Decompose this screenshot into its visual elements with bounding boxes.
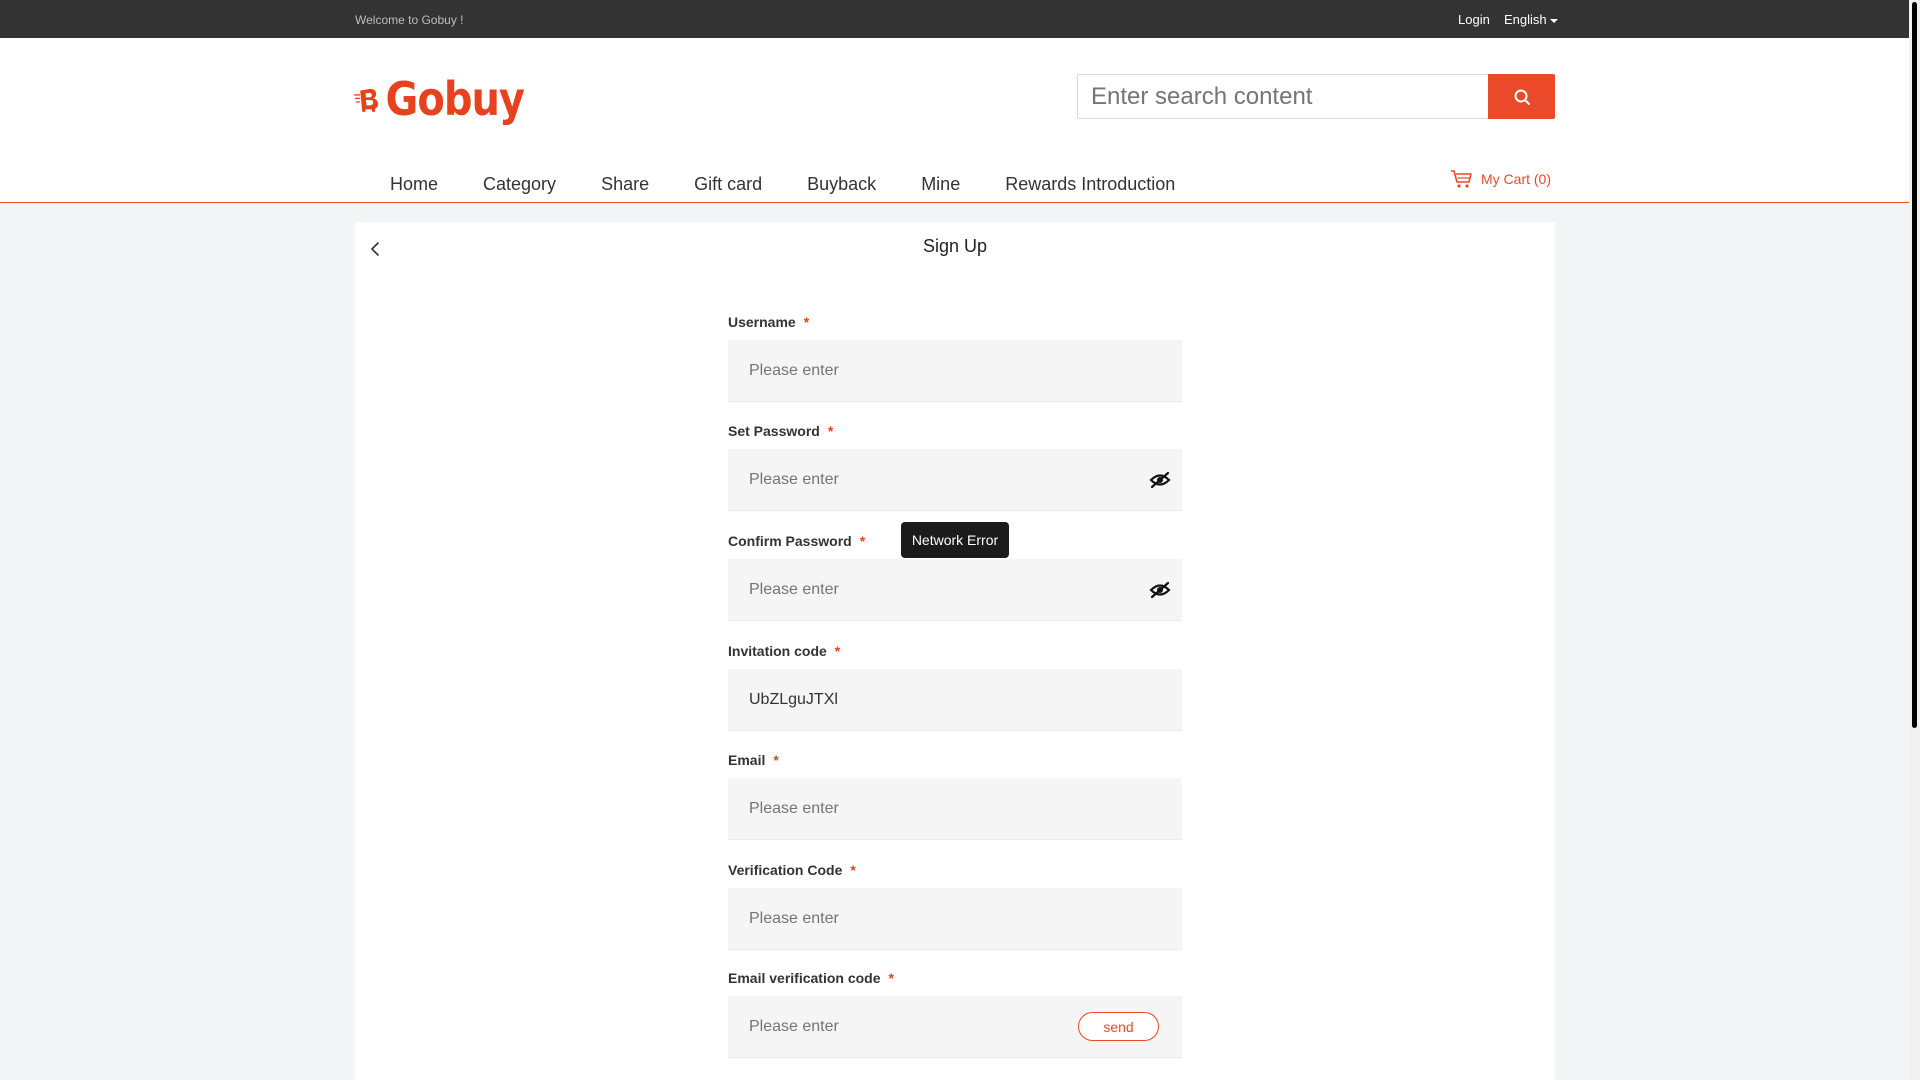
verification-code-input[interactable] bbox=[728, 888, 1182, 949]
top-bar: Welcome to Gobuy ! Login English bbox=[0, 0, 1909, 38]
main-nav: Home Category Share Gift card Buyback Mi… bbox=[390, 170, 1220, 198]
eye-off-icon bbox=[1149, 581, 1171, 599]
search-button[interactable] bbox=[1488, 74, 1555, 119]
set-password-input-box bbox=[728, 449, 1182, 511]
set-password-field: Set Password * bbox=[728, 421, 1182, 511]
confirm-password-input[interactable] bbox=[728, 559, 1182, 620]
my-cart-link[interactable]: My Cart (0) bbox=[1450, 169, 1551, 189]
toggle-confirm-password-visibility[interactable] bbox=[1148, 578, 1172, 602]
search-input[interactable] bbox=[1077, 74, 1488, 119]
email-input[interactable] bbox=[728, 778, 1182, 839]
nav-rewards-introduction[interactable]: Rewards Introduction bbox=[1005, 174, 1175, 195]
invitation-code-label: Invitation code bbox=[728, 643, 827, 659]
nav-home[interactable]: Home bbox=[390, 174, 438, 195]
search-bar bbox=[1077, 74, 1555, 119]
chevron-down-icon bbox=[1549, 18, 1558, 23]
required-mark: * bbox=[834, 643, 841, 659]
cart-logo-icon bbox=[354, 88, 378, 112]
language-selector[interactable]: English bbox=[1504, 12, 1558, 27]
field-label: Verification Code * bbox=[728, 860, 1182, 880]
invitation-code-field: Invitation code * bbox=[728, 641, 1182, 731]
email-label: Email bbox=[728, 752, 766, 768]
search-icon bbox=[1514, 89, 1530, 105]
header: Gobuy Home Category Share Gift card Buyb… bbox=[0, 38, 1909, 203]
verification-code-input-box bbox=[728, 888, 1182, 950]
required-mark: * bbox=[859, 533, 866, 549]
set-password-label: Set Password bbox=[728, 423, 820, 439]
page: Welcome to Gobuy ! Login English Gobuy E… bbox=[0, 0, 1920, 1080]
confirm-password-label: Confirm Password bbox=[728, 533, 852, 549]
required-mark: * bbox=[773, 752, 779, 768]
set-password-input[interactable] bbox=[728, 449, 1182, 510]
cart-icon bbox=[1451, 170, 1472, 188]
field-label: Email verification code * bbox=[728, 968, 1182, 988]
verification-code-field: Verification Code * bbox=[728, 860, 1182, 950]
page-title: Sign Up bbox=[922, 236, 988, 256]
email-verification-code-input-box: send bbox=[728, 996, 1182, 1058]
required-mark: * bbox=[850, 862, 856, 878]
network-error-toast: Network Error bbox=[901, 522, 1009, 558]
login-link[interactable]: Login bbox=[1458, 12, 1490, 27]
send-code-button[interactable]: send bbox=[1078, 1012, 1159, 1041]
signup-card: Sign Up Username * Set Password * bbox=[355, 222, 1555, 1080]
username-label: Username bbox=[728, 314, 796, 330]
welcome-text: Welcome to Gobuy ! bbox=[355, 13, 464, 27]
page-scrollbar[interactable] bbox=[1909, 0, 1920, 1080]
required-mark: * bbox=[888, 970, 894, 986]
field-label: Username * bbox=[728, 312, 1182, 332]
email-input-box bbox=[728, 778, 1182, 840]
field-label: Set Password * bbox=[728, 421, 1182, 441]
field-label: Invitation code * bbox=[728, 641, 1182, 661]
required-mark: * bbox=[827, 423, 834, 439]
logo[interactable]: Gobuy bbox=[354, 72, 525, 128]
language-label: English bbox=[1504, 12, 1547, 27]
nav-share[interactable]: Share bbox=[601, 174, 649, 195]
invitation-code-input[interactable] bbox=[728, 669, 1182, 730]
field-label: Email * bbox=[728, 750, 1182, 770]
email-verification-code-field: Email verification code * send bbox=[728, 968, 1182, 1058]
username-field: Username * bbox=[728, 312, 1182, 402]
nav-buyback[interactable]: Buyback bbox=[807, 174, 876, 195]
email-verification-code-label: Email verification code bbox=[728, 970, 881, 986]
invitation-code-input-box bbox=[728, 669, 1182, 731]
toggle-password-visibility[interactable] bbox=[1148, 468, 1172, 492]
eye-off-icon bbox=[1149, 471, 1171, 489]
required-mark: * bbox=[803, 314, 810, 330]
email-field: Email * bbox=[728, 750, 1182, 840]
username-input[interactable] bbox=[728, 340, 1182, 401]
logo-text: Gobuy bbox=[385, 73, 525, 127]
scrollbar-thumb[interactable] bbox=[1912, 2, 1917, 728]
username-input-box bbox=[728, 340, 1182, 402]
confirm-password-input-box bbox=[728, 559, 1182, 621]
cart-label: My Cart (0) bbox=[1481, 171, 1551, 187]
nav-mine[interactable]: Mine bbox=[921, 174, 960, 195]
nav-gift-card[interactable]: Gift card bbox=[694, 174, 762, 195]
verification-code-label: Verification Code bbox=[728, 862, 843, 878]
nav-category[interactable]: Category bbox=[483, 174, 556, 195]
